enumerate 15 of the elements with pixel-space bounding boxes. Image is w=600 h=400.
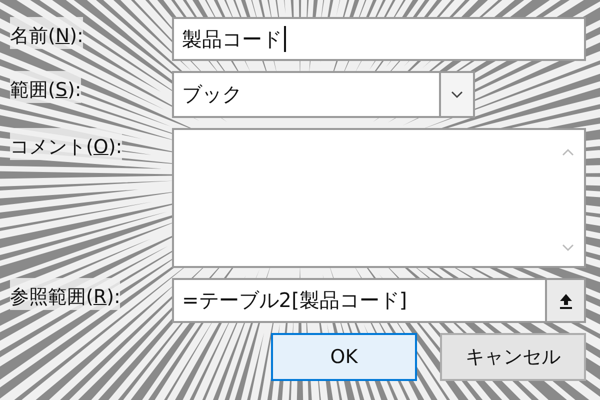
- reference-input-field[interactable]: =テーブル2[製品コード]: [172, 278, 545, 323]
- name-input-field[interactable]: 製品コード: [172, 17, 586, 61]
- field-label: コメント(O):: [10, 128, 122, 160]
- upload-arrow-icon: [558, 292, 572, 308]
- chevron-down-icon: [451, 90, 463, 98]
- cancel-button[interactable]: キャンセル: [440, 333, 586, 381]
- scroll-up-icon: [562, 148, 574, 156]
- field-label: 範囲(S):: [10, 71, 82, 103]
- scope-dropdown[interactable]: ブック: [172, 71, 475, 118]
- ok-button[interactable]: OK: [271, 333, 417, 381]
- collapse-dialog-button[interactable]: [545, 278, 586, 323]
- comment-text-area[interactable]: [172, 128, 586, 268]
- field-label: 参照範囲(R):: [10, 278, 120, 310]
- scroll-down-icon: [562, 244, 574, 252]
- field-label: 名前(N):: [10, 17, 84, 49]
